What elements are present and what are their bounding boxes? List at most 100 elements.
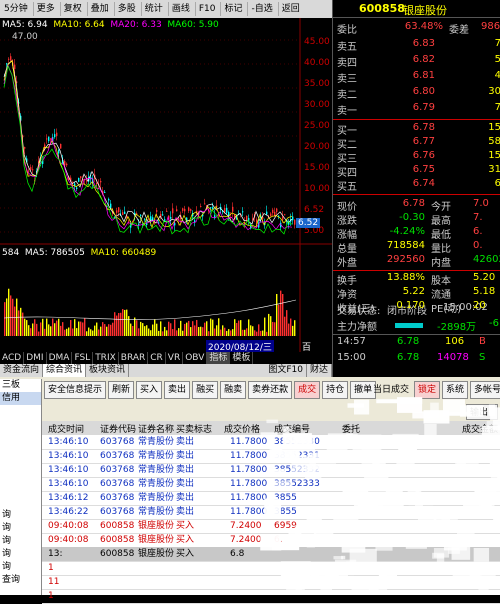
volume-legend: 584 MA5: 786505 MA10: 660489 — [2, 248, 156, 258]
toolbar-multi[interactable]: 多股 — [113, 2, 139, 16]
toolbar-stats[interactable]: 统计 — [140, 2, 166, 16]
tab-caida[interactable]: 财达 — [307, 364, 332, 377]
volume-bar — [144, 326, 146, 336]
volume-bar — [138, 328, 140, 336]
toolbar-overlay[interactable]: 叠加 — [86, 2, 112, 16]
obscuring-blob — [412, 411, 439, 419]
volume-bar — [104, 324, 106, 336]
bid-row[interactable]: 买五 6.74 6 — [333, 178, 500, 194]
toolbar-more[interactable]: 更多 — [32, 2, 58, 16]
toolbar-f10[interactable]: F10 — [194, 2, 219, 16]
trade-menu-item[interactable] — [0, 483, 41, 496]
tab-dmi[interactable]: DMI — [24, 352, 47, 364]
trade-menu-item[interactable]: 询 — [0, 561, 41, 574]
y-tick-label: 10.00 — [304, 184, 330, 194]
tab-cr[interactable]: CR — [148, 352, 166, 364]
trade-menu-item[interactable] — [0, 431, 41, 444]
trade-menu-item[interactable]: 询 — [0, 548, 41, 561]
sell-button[interactable]: 卖出 — [164, 381, 191, 399]
column-header[interactable]: 成交价格 — [224, 422, 260, 435]
obscuring-blob — [397, 397, 423, 413]
table-cell: 买入 — [176, 535, 195, 545]
trade-menu-item[interactable] — [0, 444, 41, 457]
obscuring-blob — [453, 494, 476, 502]
kline-chart[interactable]: 45.00 40.00 35.00 30.00 25.00 20.00 15.00 10.00… — [0, 18, 332, 353]
tab-template[interactable]: 模板 — [230, 352, 254, 364]
tab-brar[interactable]: BRAR — [119, 352, 149, 364]
obscuring-blob — [489, 460, 500, 470]
buy-button[interactable]: 买入 — [136, 381, 163, 399]
column-header[interactable]: 证券名称 — [138, 422, 174, 435]
trade-menu-item[interactable] — [0, 470, 41, 483]
toolbar-back[interactable]: 返回 — [277, 2, 303, 16]
toolbar-watchlist[interactable]: -自选 — [247, 2, 275, 16]
trade-menu-item[interactable]: 询 — [0, 509, 41, 522]
tab-sector-news[interactable]: 板块资讯 — [86, 364, 130, 377]
tab-dma[interactable]: DMA — [47, 352, 73, 364]
volume-bar — [8, 288, 10, 336]
ask-row[interactable]: 卖二 6.80 30 — [333, 86, 500, 102]
trade-menu-item[interactable] — [0, 496, 41, 509]
y-tick-label: 20.00 — [304, 142, 330, 152]
security-info-button[interactable]: 安全信息提示 — [44, 381, 107, 399]
tab-fsl[interactable]: FSL — [72, 352, 94, 364]
net-flow-label: 主力净额 — [337, 322, 377, 333]
tab-f10[interactable]: 图文F10 — [265, 364, 307, 377]
peak-price-label: 47.00 — [12, 32, 38, 42]
ask-price: 6.80 — [412, 86, 435, 97]
volume-bar — [162, 331, 164, 336]
obscuring-blob — [494, 506, 500, 521]
tab-obv[interactable]: OBV — [183, 352, 208, 364]
volume-bar — [230, 330, 232, 336]
volume-bar — [42, 318, 44, 336]
volume-bar — [78, 321, 80, 336]
trade-menu-item[interactable] — [0, 418, 41, 431]
ask-row[interactable]: 卖四 6.82 5 — [333, 54, 500, 70]
volume-bar — [282, 293, 284, 336]
trade-menu-item[interactable]: 询 — [0, 535, 41, 548]
volume-bar — [10, 295, 12, 336]
column-header[interactable]: 成交时间 — [48, 422, 84, 435]
trade-menu-item[interactable]: 三板 — [0, 379, 41, 392]
column-header[interactable]: 证券代码 — [100, 422, 136, 435]
refresh-button[interactable]: 刷新 — [108, 381, 135, 399]
obscuring-blob — [365, 471, 389, 477]
trade-menu-item[interactable] — [0, 405, 41, 418]
trade-menu-item[interactable]: 信用 — [0, 392, 41, 405]
toolbar-5min[interactable]: 5分钟 — [1, 2, 31, 16]
table-cell: 7.2400 — [230, 535, 262, 545]
bid-price: 6.74 — [412, 178, 435, 189]
tab-trix[interactable]: TRIX — [93, 352, 119, 364]
toolbar-draw[interactable]: 画线 — [167, 2, 193, 16]
column-header[interactable]: 买卖标志 — [176, 422, 212, 435]
trade-menu-item[interactable] — [0, 457, 41, 470]
table-cell: 13: — [48, 549, 63, 559]
tab-capital-flow[interactable]: 资金流向 — [0, 364, 44, 377]
margin-buy-button[interactable]: 融买 — [192, 381, 219, 399]
toolbar-mark[interactable]: 标记 — [220, 2, 245, 16]
tab-indicator[interactable]: 指标 — [207, 352, 231, 364]
volume-bar — [6, 298, 8, 336]
stat-value: 0.170 — [396, 300, 425, 311]
volume-bar — [166, 330, 168, 336]
toolbar-fuquan[interactable]: 复权 — [59, 2, 85, 16]
bid-label: 买三 — [337, 154, 357, 165]
volume-bar — [126, 309, 128, 336]
tab-vr[interactable]: VR — [166, 352, 184, 364]
volume-bar — [32, 323, 34, 336]
table-cell: 卖出 — [176, 465, 195, 475]
trade-menu-item[interactable]: 询 — [0, 522, 41, 535]
margin-sell-button[interactable]: 融卖 — [220, 381, 247, 399]
volume-bar — [20, 307, 22, 336]
volume-bar — [150, 330, 152, 336]
tab-acd[interactable]: ACD — [0, 352, 25, 364]
trade-menu-item[interactable]: 查询 — [0, 574, 41, 587]
ask-row[interactable]: 卖一 6.79 7 — [333, 102, 500, 118]
volume-bar — [142, 323, 144, 336]
ask-row[interactable]: 卖三 6.81 4 — [333, 70, 500, 86]
ask-row[interactable]: 卖五 6.83 7 — [333, 38, 500, 54]
table-cell: 11 — [48, 577, 60, 587]
tab-news[interactable]: 综合资讯 — [43, 364, 87, 377]
volume-bar — [160, 321, 162, 336]
volume-bar — [164, 326, 166, 336]
